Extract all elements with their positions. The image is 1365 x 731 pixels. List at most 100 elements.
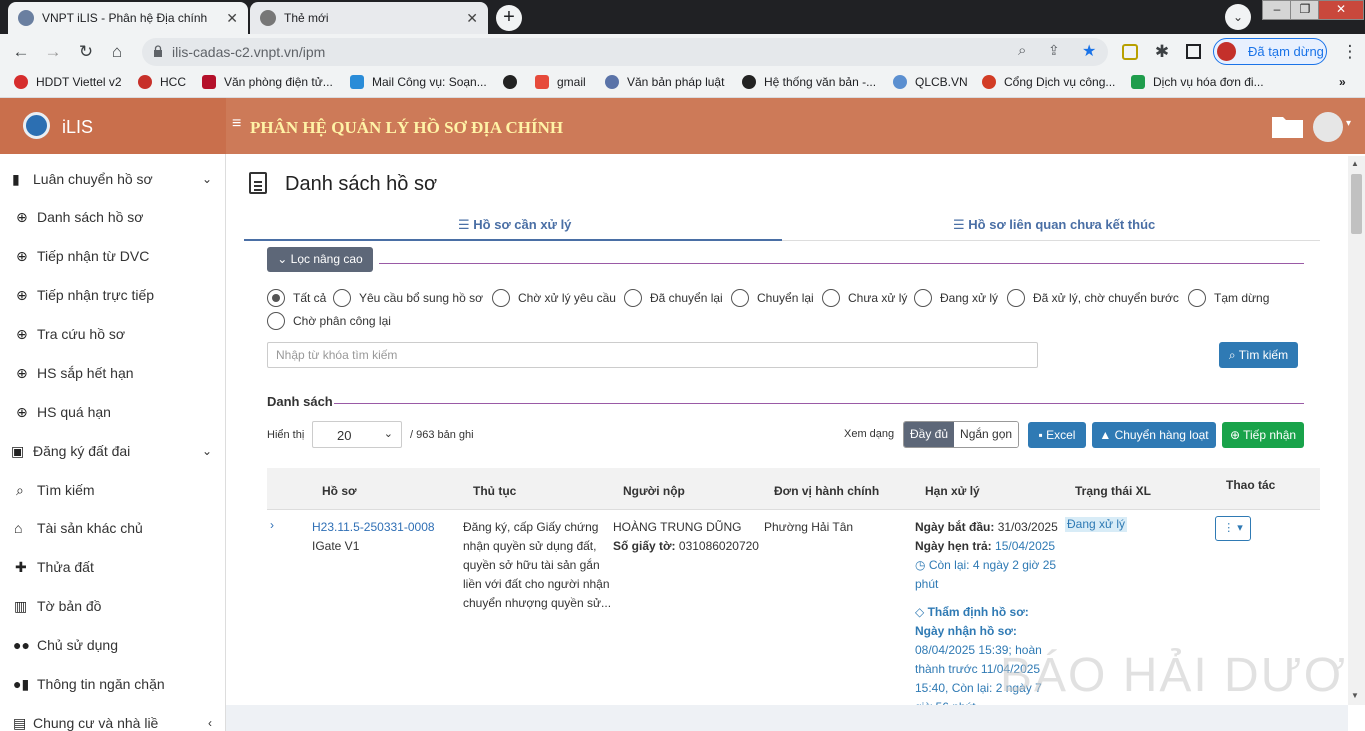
sidebar-item-chung-cu[interactable]: ▤ Chung cư và nhà liề ‹ <box>0 704 225 731</box>
maximize-icon[interactable]: ❐ <box>1290 0 1320 20</box>
new-tab-button[interactable]: + <box>496 5 522 31</box>
sidebar-item-dang-ky-dat-dai[interactable]: ▣ Đăng ký đất đai ⌄ <box>0 432 225 470</box>
sidebar-item-to-ban-do[interactable]: ▥ Tờ bản đồ <box>0 587 225 625</box>
sidebar-item-danh-sach[interactable]: ⊕ Danh sách hồ sơ <box>0 198 225 236</box>
filter-radio-tat-ca[interactable]: Tất cả <box>267 289 326 307</box>
sidebar-item-chu-su-dung[interactable]: ●● Chủ sử dụng <box>0 626 225 664</box>
bookmark-item[interactable]: Mail Công vụ: Soạn... <box>350 75 487 89</box>
side-panel-icon[interactable] <box>1186 44 1201 59</box>
column-header[interactable]: Hồ sơ <box>322 484 357 498</box>
brand[interactable]: iLIS <box>0 98 226 154</box>
back-icon[interactable]: ← <box>11 42 31 62</box>
vertical-scrollbar[interactable] <box>1348 156 1365 705</box>
browser-tab-ilis[interactable]: VNPT iLIS - Phân hệ Địa chính ✕ <box>8 2 248 34</box>
table-header: Hồ sơ Thủ tục Người nộp Đơn vị hành chín… <box>267 468 1320 510</box>
bookmark-item[interactable]: Hệ thống văn bản -... <box>742 75 876 89</box>
plus-circle-icon: ⊕ <box>1229 428 1244 442</box>
tab-ho-so-lien-quan[interactable]: ☰ Hồ sơ liên quan chưa kết thúc <box>953 217 1155 233</box>
home-icon: ⌂ <box>14 520 23 536</box>
excel-button[interactable]: ▪ Excel <box>1028 422 1086 448</box>
menu-toggle-icon[interactable]: ≡ <box>232 115 241 133</box>
scrollbar-thumb[interactable] <box>1351 174 1362 234</box>
address-bar[interactable]: ilis-cadas-c2.vnpt.vn/ipm ⌕ ⇪ ★ <box>142 38 1108 66</box>
bookmark-item[interactable]: Văn bản pháp luật <box>605 75 724 89</box>
more-bookmarks-icon[interactable]: » <box>1339 75 1346 89</box>
bookmark-item[interactable]: Cổng Dịch vụ công... <box>982 75 1115 89</box>
sidebar-item-tiep-nhan-truc-tiep[interactable]: ⊕ Tiếp nhận trực tiếp <box>0 276 225 314</box>
view-toggle: Đầy đủ Ngắn gọn <box>903 421 1020 448</box>
share-icon[interactable]: ⇪ <box>1048 42 1060 59</box>
document-icon <box>249 172 267 194</box>
filter-radio-da-xu-ly-cho-chuyen[interactable]: Đã xử lý, chờ chuyển bước <box>1007 289 1179 307</box>
puzzle-extensions-icon[interactable]: ✱ <box>1152 42 1172 62</box>
profile-paused-button[interactable]: Đã tạm dừng <box>1213 38 1327 65</box>
page-size-select[interactable]: 20 ⌄ <box>312 421 402 448</box>
view-short-button[interactable]: Ngắn gọn <box>954 422 1019 447</box>
filter-radio-dang-xu-ly[interactable]: Đang xử lý <box>914 289 998 307</box>
sidebar-item-tim-kiem[interactable]: ⌕ Tìm kiếm <box>0 471 225 509</box>
bookmark-item[interactable]: gmail <box>535 75 586 89</box>
ilis-logo-icon <box>23 112 50 139</box>
advanced-filter-button[interactable]: ⌄ Lọc nâng cao <box>267 247 373 272</box>
more-menu-icon[interactable]: ⋮ <box>1340 42 1360 62</box>
search-button[interactable]: ⌕ Tìm kiếm <box>1219 342 1298 368</box>
save-icon: ▪ <box>1038 428 1047 442</box>
filter-radio-cho-xu-ly-yeu-cau[interactable]: Chờ xử lý yêu cầu <box>492 289 616 307</box>
search-plus-icon: ⊕ <box>16 364 28 381</box>
app-title: PHÂN HỆ QUẢN LÝ HỒ SƠ ĐỊA CHÍNH <box>250 118 564 137</box>
zoom-icon[interactable]: ⌕ <box>1018 42 1026 59</box>
filter-radio-chua-xu-ly[interactable]: Chưa xử lý <box>822 289 907 307</box>
sidebar-item-thua-dat[interactable]: ✚ Thửa đất <box>0 548 225 586</box>
minimize-icon[interactable]: – <box>1262 0 1292 20</box>
scroll-up-icon[interactable]: ▲ <box>1351 159 1359 168</box>
tab-ho-so-can-xu-ly[interactable]: ☰ Hồ sơ cần xử lý <box>458 217 571 233</box>
view-full-button[interactable]: Đầy đủ <box>904 422 955 447</box>
sidebar-item-qua-han[interactable]: ⊕ HS quá hạn <box>0 393 225 431</box>
receive-button[interactable]: ⊕ Tiếp nhận <box>1222 422 1304 448</box>
bookmark-star-icon[interactable]: ★ <box>1082 41 1096 61</box>
filter-radio-tam-dung[interactable]: Tạm dừng <box>1188 289 1269 307</box>
filter-radio-cho-phan-cong-lai[interactable]: Chờ phân công lại <box>267 312 391 330</box>
close-tab-icon[interactable]: ✕ <box>466 10 478 27</box>
filter-radio-chuyen-lai[interactable]: Chuyển lại <box>731 289 814 307</box>
bookmark-item[interactable] <box>503 75 525 89</box>
column-header[interactable]: Người nộp <box>623 484 685 498</box>
bookmark-item[interactable]: HCC <box>138 75 186 89</box>
column-header[interactable]: Thao tác <box>1226 478 1275 492</box>
sidebar-item-ngan-chan[interactable]: ●▮ Thông tin ngăn chặn <box>0 665 225 703</box>
chevron-down-icon[interactable]: ▾ <box>1346 118 1351 129</box>
sidebar-item-tra-cuu[interactable]: ⊕ Tra cứu hồ sơ <box>0 315 225 353</box>
column-header[interactable]: Đơn vị hành chính <box>774 484 879 498</box>
sidebar-item-luan-chuyen[interactable]: ▮ Luân chuyển hồ sơ ⌄ <box>0 160 225 198</box>
folder-icon[interactable] <box>1271 113 1304 139</box>
reload-icon[interactable]: ↻ <box>76 42 96 62</box>
close-tab-icon[interactable]: ✕ <box>226 10 238 27</box>
bulk-transfer-button[interactable]: ▲ Chuyển hàng loạt <box>1092 422 1216 448</box>
bookmark-item[interactable]: Dịch vụ hóa đơn đi... <box>1131 75 1264 89</box>
bookmark-icon <box>503 75 517 89</box>
sidebar-item-tiep-nhan-dvc[interactable]: ⊕ Tiếp nhận từ DVC <box>0 237 225 275</box>
home-icon[interactable]: ⌂ <box>107 42 127 62</box>
row-actions-button[interactable]: ⋮ ▾ <box>1215 516 1251 541</box>
close-window-icon[interactable]: ✕ <box>1318 0 1364 20</box>
record-code-link[interactable]: H23.11.5-250331-0008 <box>312 518 435 537</box>
radio-icon <box>333 289 351 307</box>
forward-icon[interactable]: → <box>43 42 63 62</box>
bookmark-item[interactable]: Văn phòng điện tử... <box>202 75 333 89</box>
user-avatar-icon[interactable] <box>1313 112 1343 142</box>
browser-tab-new[interactable]: Thẻ mới ✕ <box>250 2 488 34</box>
column-header[interactable]: Trạng thái XL <box>1075 484 1151 498</box>
sidebar-item-sap-het-han[interactable]: ⊕ HS sắp hết hạn <box>0 354 225 392</box>
bookmark-item[interactable]: QLCB.VN <box>893 75 968 89</box>
scroll-down-icon[interactable]: ▼ <box>1351 691 1359 700</box>
expand-row-icon[interactable]: › <box>270 516 274 535</box>
search-input[interactable] <box>267 342 1038 368</box>
filter-radio-yeu-cau-bo-sung[interactable]: Yêu cầu bổ sung hồ sơ <box>333 289 483 307</box>
tab-search-icon[interactable]: ⌄ <box>1225 4 1251 30</box>
sidebar-item-tai-san[interactable]: ⌂ Tài sản khác chủ <box>0 509 225 547</box>
bookmark-item[interactable]: HDDT Viettel v2 <box>14 75 122 89</box>
filter-radio-da-chuyen-lai[interactable]: Đã chuyển lại <box>624 289 723 307</box>
column-header[interactable]: Thủ tục <box>473 484 516 498</box>
extension-icon[interactable] <box>1122 44 1138 60</box>
column-header[interactable]: Hạn xử lý <box>925 484 980 498</box>
